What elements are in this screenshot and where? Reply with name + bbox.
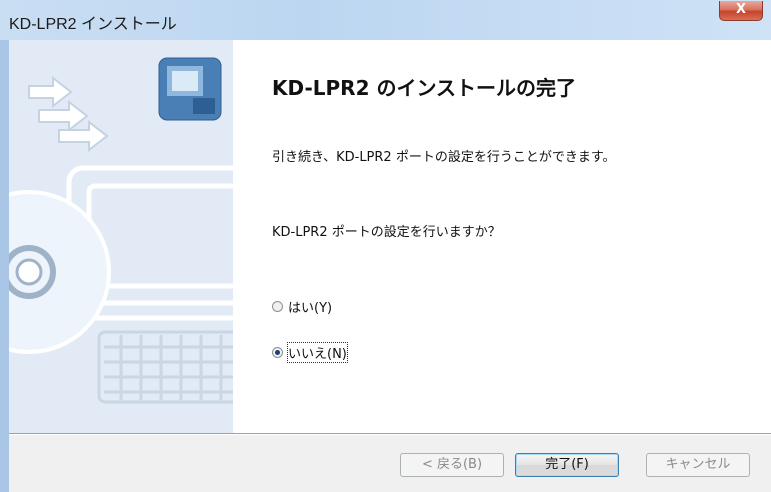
title-bar: KD-LPR2 インストール X [0, 0, 771, 40]
radio-yes-label[interactable]: はい(Y) [288, 297, 332, 316]
dialog-client-area: KD-LPR2 のインストールの完了 引き続き、KD-LPR2 ポートの設定を行… [9, 40, 771, 492]
radio-yes[interactable]: はい(Y) [272, 296, 332, 316]
back-button[interactable]: < 戻る(B) [400, 453, 504, 477]
wizard-side-image [9, 40, 233, 433]
cancel-button[interactable]: キャンセル [646, 453, 750, 477]
window-title: KD-LPR2 インストール [9, 16, 177, 33]
installer-illustration-icon [9, 57, 233, 404]
finish-button[interactable]: 完了(F) [515, 453, 619, 477]
installer-window: KD-LPR2 インストール X KD-LPR2 のインストールの完了 引き続き… [0, 0, 771, 492]
radio-no-button[interactable] [272, 346, 283, 358]
button-bar: < 戻る(B) 完了(F) キャンセル [9, 435, 771, 492]
radio-no-label[interactable]: いいえ(N) [287, 341, 348, 363]
page-title: KD-LPR2 のインストールの完了 [272, 76, 577, 100]
description-text: 引き続き、KD-LPR2 ポートの設定を行うことができます。 [272, 150, 616, 165]
radio-yes-button[interactable] [272, 300, 283, 312]
radio-no[interactable]: いいえ(N) [272, 341, 348, 363]
close-button[interactable]: X [719, 1, 763, 21]
wizard-content: KD-LPR2 のインストールの完了 引き続き、KD-LPR2 ポートの設定を行… [233, 40, 771, 433]
question-text: KD-LPR2 ポートの設定を行いますか？ [272, 225, 501, 240]
